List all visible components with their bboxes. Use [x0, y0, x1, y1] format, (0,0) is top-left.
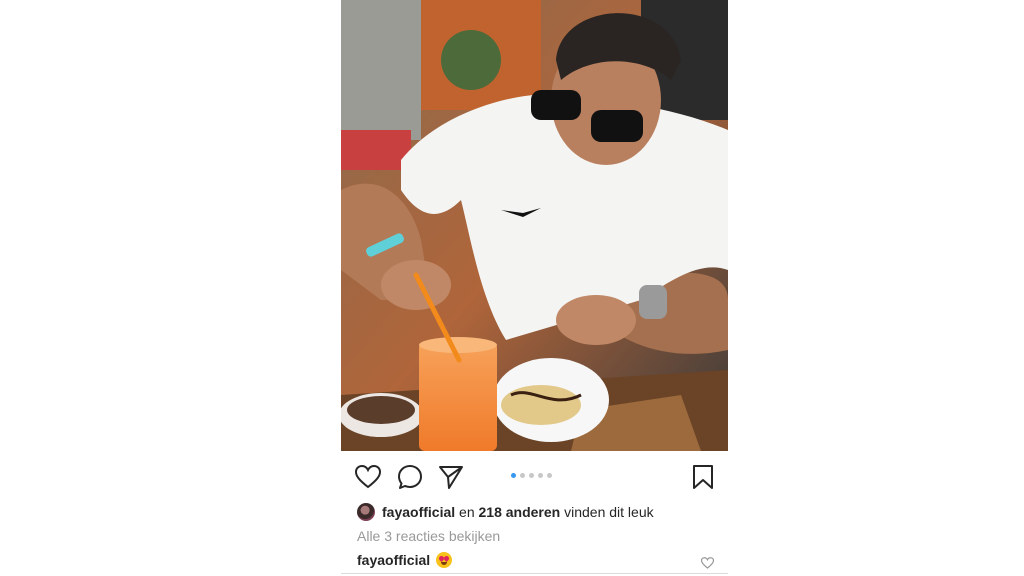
action-bar — [341, 451, 728, 501]
heart-eyes-emoji — [436, 552, 453, 568]
bookmark-icon[interactable] — [690, 464, 716, 490]
paper-plane-icon[interactable] — [438, 464, 464, 490]
carousel-indicator — [511, 473, 552, 479]
likes-line: fayaofficial en 218 anderen vinden dit l… — [357, 502, 654, 522]
likes-count[interactable]: 218 anderen — [479, 504, 561, 520]
caption: fayaofficial — [357, 552, 453, 568]
heart-outline-icon[interactable] — [355, 464, 381, 490]
post-photo[interactable] — [341, 0, 728, 451]
avatar[interactable] — [357, 503, 375, 521]
divider — [341, 573, 728, 574]
carousel-dot — [538, 473, 543, 478]
comment-like-heart-icon[interactable] — [700, 556, 715, 569]
view-comments-link[interactable]: Alle 3 reacties bekijken — [357, 528, 500, 544]
likes-connector: en — [455, 504, 479, 520]
instagram-post: fayaofficial en 218 anderen vinden dit l… — [341, 0, 728, 576]
caption-username[interactable]: fayaofficial — [357, 552, 430, 568]
carousel-dot-active — [511, 473, 516, 478]
carousel-dot — [520, 473, 525, 478]
carousel-dot — [529, 473, 534, 478]
likes-suffix: vinden dit leuk — [560, 504, 654, 520]
comment-bubble-icon[interactable] — [397, 464, 423, 490]
carousel-dot — [547, 473, 552, 478]
likes-username[interactable]: fayaofficial — [382, 504, 455, 520]
